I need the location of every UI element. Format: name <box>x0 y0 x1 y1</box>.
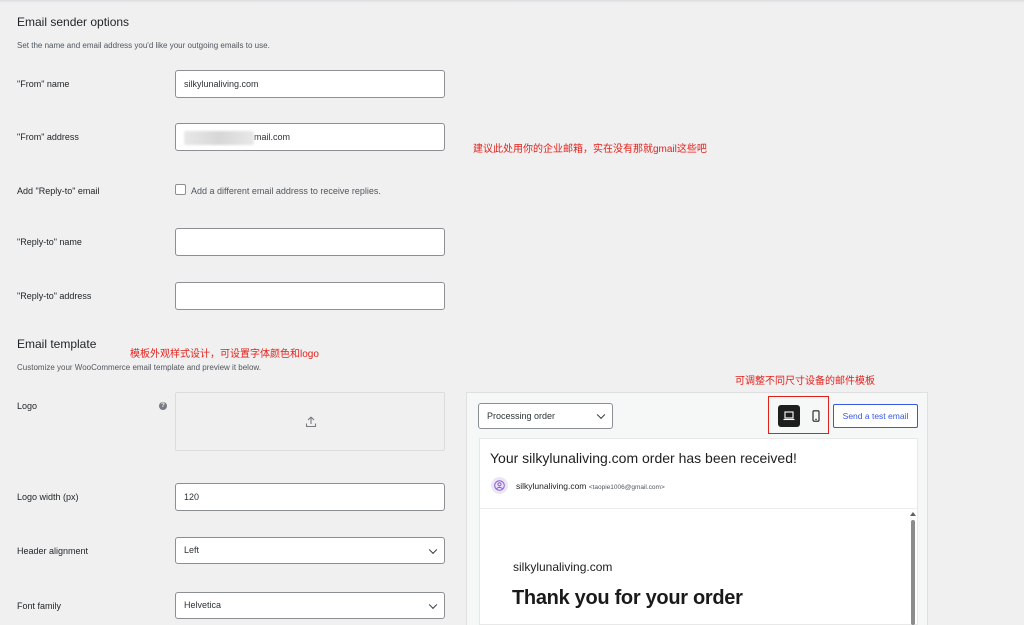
chevron-down-icon <box>428 600 438 609</box>
from-address-label: "From" address <box>17 132 79 142</box>
help-icon[interactable]: ? <box>159 402 167 410</box>
email-heading: Thank you for your order <box>512 587 743 609</box>
mobile-icon <box>812 410 820 422</box>
reply-to-label: Add "Reply-to" email <box>17 186 100 196</box>
person-circle-icon <box>494 480 505 491</box>
annotation-template: 模板外观样式设计，可设置字体颜色和logo <box>130 349 319 360</box>
email-sender: silkylunaliving.com <taopie1006@gmail.co… <box>516 481 665 491</box>
header-alignment-label: Header alignment <box>17 546 89 556</box>
scroll-up-arrow[interactable] <box>910 512 916 516</box>
sender-email: <taopie1006@gmail.com> <box>588 484 665 491</box>
reply-to-name-input[interactable] <box>175 228 445 256</box>
from-name-input[interactable] <box>175 70 445 98</box>
section-description-sender: Set the name and email address you'd lik… <box>17 41 270 50</box>
section-description-template: Customize your WooCommerce email templat… <box>17 363 261 372</box>
annotation-from-address: 建议此处用你的企业邮箱，实在没有那就gmail这些吧 <box>473 144 707 155</box>
logo-label: Logo <box>17 401 38 411</box>
avatar <box>491 477 508 494</box>
divider <box>480 508 917 509</box>
desktop-preview-button[interactable] <box>778 405 800 427</box>
chevron-down-icon <box>428 545 438 554</box>
reply-to-name-label: "Reply-to" name <box>17 237 82 247</box>
scrollbar-thumb[interactable] <box>911 520 915 625</box>
logo-width-label: Logo width (px) <box>17 492 79 502</box>
top-bar-shadow <box>0 0 1024 3</box>
desktop-icon <box>783 411 795 421</box>
annotation-device: 可调整不同尺寸设备的邮件模板 <box>735 376 875 387</box>
sender-name: silkylunaliving.com <box>516 481 587 491</box>
from-address-value: mail.com <box>254 132 291 142</box>
section-title-template: Email template <box>17 337 97 351</box>
redacted-blur <box>184 130 254 145</box>
font-family-select[interactable]: Helvetica <box>175 592 445 619</box>
reply-to-checkbox-label[interactable]: Add a different email address to receive… <box>191 186 381 196</box>
section-title-sender: Email sender options <box>17 15 130 29</box>
email-store-name: silkylunaliving.com <box>513 560 613 574</box>
font-family-label: Font family <box>17 601 62 611</box>
reply-to-checkbox[interactable] <box>175 184 186 195</box>
chevron-down-icon <box>596 410 606 420</box>
reply-to-address-input[interactable] <box>175 282 445 310</box>
email-type-value: Processing order <box>487 411 556 421</box>
font-family-value: Helvetica <box>184 600 222 610</box>
logo-width-input[interactable] <box>175 483 445 511</box>
header-alignment-select[interactable]: Left <box>175 537 445 564</box>
from-name-label: "From" name <box>17 79 70 89</box>
email-type-select[interactable]: Processing order <box>478 403 613 429</box>
email-subject: Your silkylunaliving.com order has been … <box>490 450 797 466</box>
header-alignment-value: Left <box>184 545 200 555</box>
mobile-preview-button[interactable] <box>805 405 827 427</box>
logo-upload-area[interactable] <box>175 392 445 451</box>
send-test-email-button[interactable]: Send a test email <box>833 404 918 428</box>
upload-icon <box>305 416 317 428</box>
from-address-input[interactable]: mail.com <box>175 123 445 151</box>
reply-to-address-label: "Reply-to" address <box>17 291 92 301</box>
